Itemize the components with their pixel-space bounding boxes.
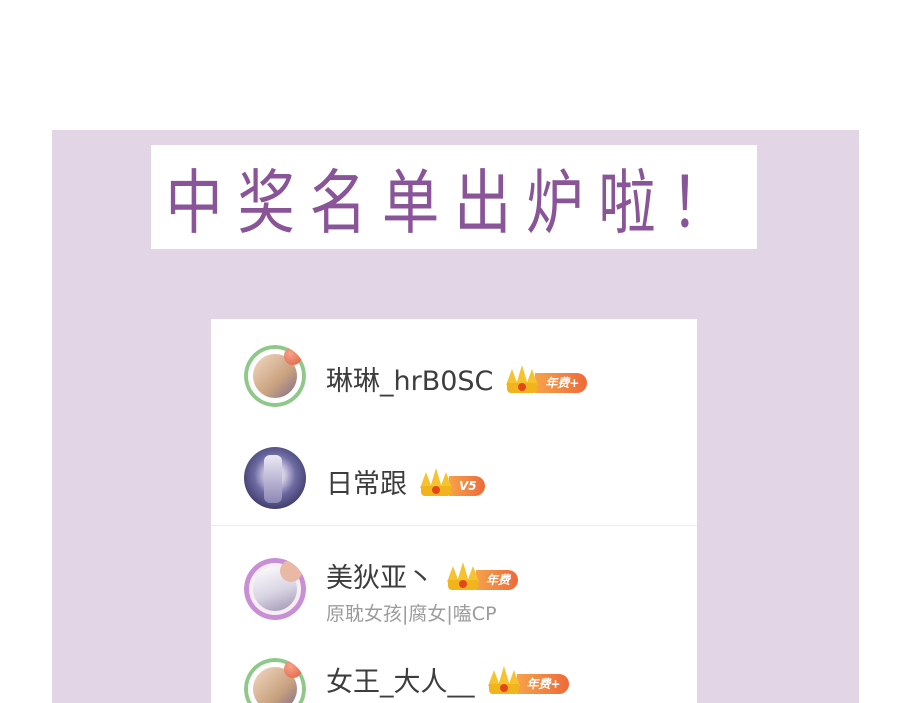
user-name-row: 日常跟 V5 [326, 462, 485, 501]
winner-list: 琳琳_hrB0SC 年费+ 日常跟 V5 美狄亚丶 年费 原耽女孩|腐女|嗑CP… [211, 319, 697, 703]
user-name-row: 女王_大人__ 年费+ [326, 660, 569, 699]
list-item[interactable]: 琳琳_hrB0SC 年费+ [211, 319, 697, 422]
vip-tag: 年费+ [516, 673, 569, 694]
vip-tag: 年费 [476, 569, 519, 590]
crown-icon [505, 364, 539, 395]
user-name[interactable]: 琳琳_hrB0SC [326, 359, 493, 398]
vip-badge: 年费+ [505, 363, 588, 395]
avatar[interactable] [244, 558, 306, 620]
user-name[interactable]: 美狄亚丶 [326, 556, 434, 595]
user-name[interactable]: 日常跟 [326, 462, 407, 501]
user-name-row: 琳琳_hrB0SC 年费+ [326, 359, 588, 398]
list-item[interactable]: 女王_大人__ 年费+ [211, 636, 697, 703]
avatar[interactable] [244, 345, 306, 407]
vip-tag: 年费+ [535, 372, 588, 393]
user-bio: 原耽女孩|腐女|嗑CP [326, 603, 497, 625]
banner: 中奖名单出炉啦！ [151, 145, 757, 249]
user-name-row: 美狄亚丶 年费 [326, 556, 519, 595]
list-item[interactable]: 日常跟 V5 [211, 422, 697, 525]
vip-tag: V5 [449, 475, 485, 496]
avatar[interactable] [244, 658, 306, 703]
crown-icon [487, 665, 521, 696]
vip-badge: 年费 [446, 560, 519, 592]
crown-icon [446, 561, 480, 592]
vip-badge: 年费+ [487, 664, 569, 696]
user-name[interactable]: 女王_大人__ [326, 660, 475, 699]
vip-badge: V5 [419, 466, 485, 498]
list-item[interactable]: 美狄亚丶 年费 原耽女孩|腐女|嗑CP [211, 526, 697, 636]
avatar[interactable] [244, 447, 306, 509]
banner-title: 中奖名单出炉啦！ [165, 161, 743, 244]
crown-icon [419, 467, 453, 498]
